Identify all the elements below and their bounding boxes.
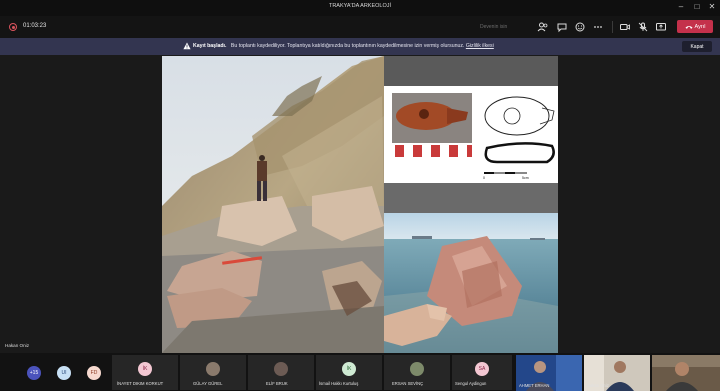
participant-tile[interactable]: ERSAN SEVİNÇ [384,355,450,390]
share-screen-icon[interactable] [655,21,667,33]
participant-tile[interactable]: GÜLAY GÜREL [180,355,246,390]
scale-label-zero: 0 [483,176,485,180]
title-bar: TRAKYA'DA ARKEOLOJİ – □ ✕ [0,0,720,16]
fragment-photo [384,213,558,353]
scale-label-5cm: 5cm [522,176,529,180]
participant-name: Sengul Aydingun [455,381,487,386]
chat-icon[interactable] [556,21,568,33]
scale-bar [392,145,472,157]
more-icon[interactable] [592,21,604,33]
recording-icon [9,23,17,31]
banner-text: Kayıt başladı. Bu toplantı kaydediliyor.… [182,43,494,49]
phone-icon [685,25,693,29]
meeting-toolbar: 01:03:23 Devenin isin Ayrıl [0,16,720,38]
shared-slide-image: 0 5cm [162,56,558,353]
participant-avatar: SA [475,362,489,376]
participant-tile[interactable]: SA Sengul Aydingun [452,355,512,390]
participant-video-tile[interactable]: AHMET ERHAN [516,355,582,391]
banner-title: Kayıt başladı. [193,43,227,49]
cliff-photo [162,56,384,353]
participant-name: GÜLAY GÜREL [193,381,223,386]
lamp-illustration-panel: 0 5cm [384,56,558,213]
participant-avatar: UI [57,366,71,380]
meeting-stage: 0 5cm Hakan Oniz [0,55,720,353]
participants-icon[interactable] [537,21,549,33]
toolbar-separator [612,21,613,33]
participant-avatar [274,362,288,376]
participant-name: ERSAN SEVİNÇ [392,381,424,386]
participant-tile[interactable]: İK İsmail Hakkı Kurtuluş [316,355,382,390]
shared-screen: 0 5cm [162,56,558,353]
participant-video-tile[interactable] [652,355,720,391]
presenter-name: Hakan Oniz [5,343,30,348]
meeting-timer: 01:03:23 [23,23,47,29]
participant-avatar: FD [87,366,101,380]
more-participants-count: +15 [27,366,41,380]
maximize-icon[interactable]: □ [692,2,702,12]
participant-name: AHMET ERHAN [519,383,550,388]
participant-tile[interactable]: UI [52,355,76,390]
participant-name: Hakan Oniz [587,383,609,388]
participant-video [652,355,720,391]
participant-avatar: İK [342,362,356,376]
reactions-icon[interactable] [574,21,586,33]
participant-tile[interactable]: FD [82,355,106,390]
more-participants-tile[interactable]: +15 [22,355,46,390]
participant-avatar [206,362,220,376]
participant-tile[interactable]: ELİF BRUK [248,355,314,390]
camera-icon[interactable] [619,21,631,33]
participant-video-tile[interactable]: Hakan Oniz [584,355,650,391]
banner-message: Bu toplantı kaydediliyor. Toplantıya kat… [230,43,465,49]
recording-banner: Kayıt başladı. Bu toplantı kaydediliyor.… [0,38,720,55]
close-icon[interactable]: ✕ [707,2,717,12]
participant-name: İsmail Hakkı Kurtuluş [319,381,359,386]
mic-muted-icon[interactable] [637,21,649,33]
close-banner-button[interactable]: Kapat [682,41,712,52]
participant-name: ELİF BRUK [266,381,288,386]
leave-button[interactable]: Ayrıl [677,20,713,33]
participant-tile[interactable]: İK İNAYET DIKIM KORKUT [112,355,178,390]
minimize-icon[interactable]: – [676,2,686,12]
participant-name: İNAYET DIKIM KORKUT [117,381,164,386]
status-text: Devenin isin [480,24,508,30]
participant-avatar: İK [138,362,152,376]
window-title: TRAKYA'DA ARKEOLOJİ [328,3,392,9]
leave-label: Ayrıl [694,23,706,30]
participant-strip: +15 UI FD İK İNAYET DIKIM KORKUT GÜLAY G… [0,353,720,391]
warning-icon [183,42,191,50]
privacy-link[interactable]: Gizlilik ilkesi [466,43,494,49]
participant-avatar [410,362,424,376]
